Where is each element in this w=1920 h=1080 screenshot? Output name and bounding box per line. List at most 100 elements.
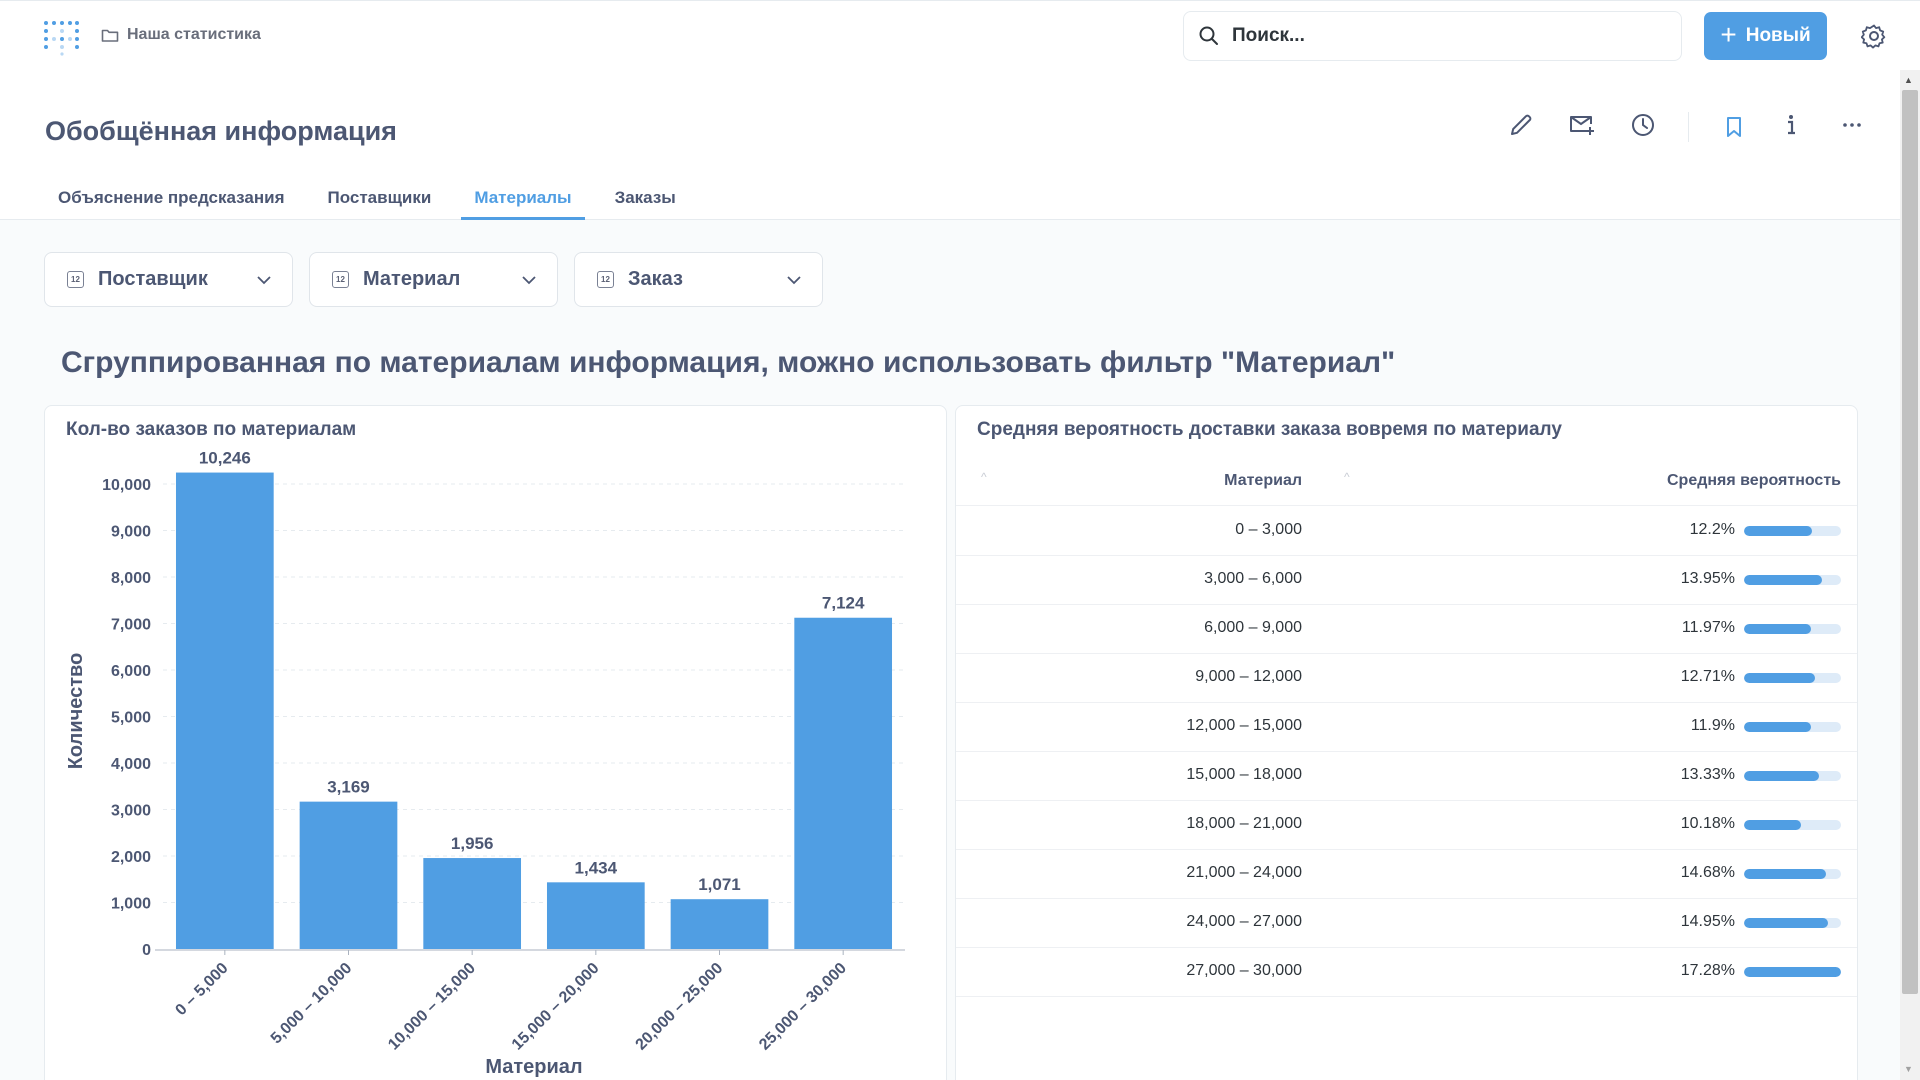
- probability-cell: 12.2%: [1689, 521, 1735, 538]
- table-row[interactable]: 27,000 – 30,000 17.28%: [956, 948, 1857, 997]
- y-tick-label: 9,000: [111, 524, 151, 541]
- probability-bar-fill: [1744, 918, 1828, 928]
- probability-cell: 11.9%: [1690, 717, 1735, 734]
- bar-value-label: 1,956: [451, 834, 494, 853]
- filter-label: Поставщик: [98, 268, 208, 290]
- filter-material[interactable]: 12 Материал: [309, 252, 558, 307]
- y-tick-label: 8,000: [111, 570, 151, 587]
- probability-bar: [1744, 673, 1841, 683]
- scroll-up-arrow-icon[interactable]: ▲: [1904, 75, 1913, 85]
- table-row[interactable]: 6,000 – 9,000 11.97%: [956, 605, 1857, 654]
- table-row[interactable]: 15,000 – 18,000 13.33%: [956, 752, 1857, 801]
- table-row[interactable]: 24,000 – 27,000 14.95%: [956, 899, 1857, 948]
- scrollbar-thumb[interactable]: [1902, 90, 1918, 994]
- probability-cell: 12.71%: [1680, 668, 1735, 685]
- probability-cell: 13.33%: [1680, 766, 1735, 783]
- tab-suppliers[interactable]: Поставщики: [315, 188, 445, 220]
- filter-label: Заказ: [628, 268, 683, 290]
- table-row[interactable]: 3,000 – 6,000 13.95%: [956, 556, 1857, 605]
- tab-prediction-explanation[interactable]: Объяснение предсказания: [45, 188, 298, 220]
- probability-bar-fill: [1744, 967, 1841, 977]
- y-tick-label: 10,000: [102, 477, 151, 494]
- y-tick-label: 0: [142, 942, 151, 959]
- y-axis-title: Количество: [65, 653, 87, 770]
- history-icon[interactable]: [1628, 110, 1658, 140]
- probability-cell: 10.18%: [1680, 815, 1735, 832]
- table-header: ^ Материал ^ Средняя вероятность: [956, 458, 1857, 506]
- bar-value-label: 1,071: [698, 875, 741, 894]
- chevron-down-icon: [257, 276, 271, 285]
- probability-bar: [1744, 967, 1841, 977]
- logo-icon[interactable]: [42, 18, 80, 56]
- probability-bar: [1744, 575, 1841, 585]
- bookmark-icon[interactable]: [1719, 112, 1749, 142]
- breadcrumb-label: Наша статистика: [127, 26, 261, 43]
- table-row[interactable]: 21,000 – 24,000 14.68%: [956, 850, 1857, 899]
- search-icon: [1199, 26, 1218, 45]
- probability-bar: [1744, 771, 1841, 781]
- plus-icon: +: [1720, 18, 1737, 50]
- bar[interactable]: [670, 899, 769, 949]
- y-tick-label: 7,000: [111, 617, 151, 634]
- bar[interactable]: [546, 882, 645, 949]
- header-divider: [1688, 112, 1689, 142]
- page-title: Обобщённая информация: [45, 116, 397, 146]
- filter-order[interactable]: 12 Заказ: [574, 252, 823, 307]
- filter-supplier[interactable]: 12 Поставщик: [44, 252, 293, 307]
- sort-icon[interactable]: ^: [981, 470, 987, 484]
- card-title[interactable]: Средняя вероятность доставки заказа вовр…: [977, 419, 1562, 441]
- material-cell: 0 – 3,000: [1235, 521, 1302, 538]
- bar-value-label: 3,169: [327, 778, 370, 797]
- scroll-down-arrow-icon[interactable]: ▼: [1904, 1064, 1913, 1074]
- info-icon[interactable]: [1776, 110, 1806, 140]
- probability-bar-fill: [1744, 526, 1813, 536]
- probability-cell: 17.28%: [1680, 962, 1735, 979]
- table-row[interactable]: 12,000 – 15,000 11.9%: [956, 703, 1857, 752]
- chevron-down-icon: [522, 276, 536, 285]
- filter-label: Материал: [363, 268, 461, 290]
- subscription-icon[interactable]: [1567, 110, 1597, 140]
- edit-icon[interactable]: [1506, 110, 1536, 140]
- probability-bar-fill: [1744, 673, 1816, 683]
- column-header-material[interactable]: Материал: [1224, 472, 1302, 490]
- table-card: Средняя вероятность доставки заказа вовр…: [955, 405, 1858, 1080]
- bar[interactable]: [794, 617, 893, 949]
- section-heading: Сгруппированная по материалам информация…: [61, 346, 1396, 379]
- probability-bar: [1744, 722, 1841, 732]
- y-tick-label: 2,000: [111, 849, 151, 866]
- bar[interactable]: [299, 801, 398, 949]
- table-row[interactable]: 9,000 – 12,000 12.71%: [956, 654, 1857, 703]
- sort-icon[interactable]: ^: [1344, 470, 1350, 484]
- breadcrumb[interactable]: Наша статистика: [101, 26, 261, 44]
- bar-chart: 0 1,000 2,000 3,000 4,000 5,000 6,000 7,000 8,00…: [65, 449, 905, 1078]
- table-row[interactable]: 18,000 – 21,000 10.18%: [956, 801, 1857, 850]
- search-input[interactable]: Поиск...: [1183, 11, 1682, 61]
- bar[interactable]: [175, 472, 274, 949]
- probability-cell: 14.95%: [1680, 913, 1735, 930]
- tab-orders[interactable]: Заказы: [602, 188, 689, 220]
- y-tick-label: 3,000: [111, 803, 151, 820]
- tab-materials[interactable]: Материалы: [461, 188, 585, 220]
- table-row[interactable]: 0 – 3,000 12.2%: [956, 507, 1857, 556]
- more-icon[interactable]: [1837, 110, 1867, 140]
- material-cell: 12,000 – 15,000: [1186, 717, 1302, 734]
- probability-bar-fill: [1744, 771, 1819, 781]
- material-cell: 27,000 – 30,000: [1186, 962, 1302, 979]
- probability-bar-fill: [1744, 624, 1812, 634]
- number-field-icon: 12: [332, 271, 349, 288]
- probability-cell: 14.68%: [1680, 864, 1735, 881]
- bar[interactable]: [423, 858, 522, 949]
- y-tick-label: 1,000: [111, 896, 151, 913]
- folder-icon: [101, 29, 119, 42]
- material-cell: 21,000 – 24,000: [1186, 864, 1302, 881]
- column-header-probability[interactable]: Средняя вероятность: [1667, 472, 1841, 490]
- new-button[interactable]: + Новый: [1704, 12, 1827, 60]
- x-axis-title: Материал: [485, 1056, 582, 1078]
- gear-icon[interactable]: [1861, 23, 1887, 49]
- search-placeholder: Поиск...: [1232, 25, 1305, 46]
- x-tick-label: 0 – 5,000: [172, 960, 231, 1019]
- bar-value-label: 1,434: [575, 858, 618, 877]
- x-tick-label: 5,000 – 10,000: [268, 960, 356, 1048]
- probability-cell: 13.95%: [1680, 570, 1735, 587]
- material-cell: 15,000 – 18,000: [1186, 766, 1302, 783]
